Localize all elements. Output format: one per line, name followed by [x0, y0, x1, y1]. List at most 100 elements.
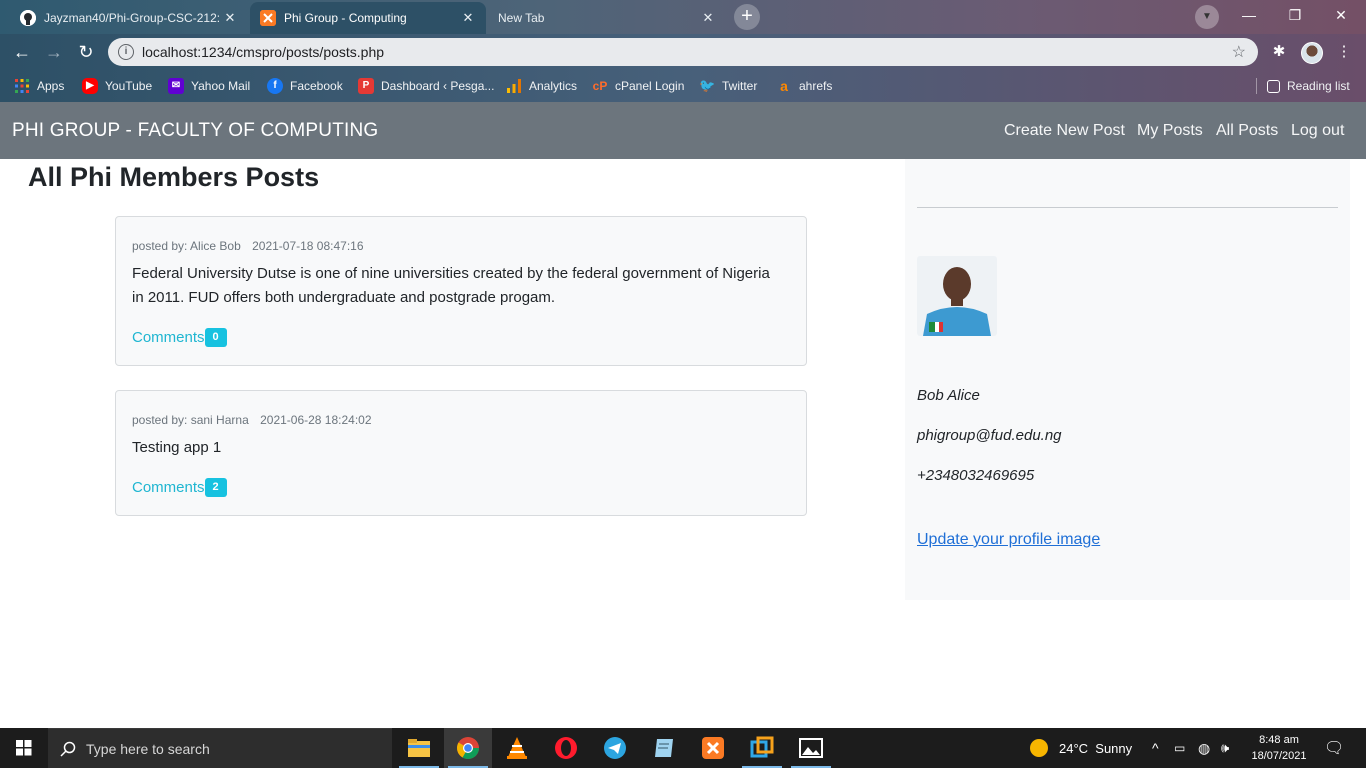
tab-search-icon[interactable]: ▼: [1195, 5, 1219, 29]
tab-phi-group[interactable]: Phi Group - Computing ✕: [250, 2, 486, 34]
opera-icon[interactable]: [542, 728, 590, 768]
pesga-p-icon: P: [358, 78, 374, 94]
photos-icon[interactable]: [787, 728, 835, 768]
bookmark-label: Facebook: [290, 79, 343, 93]
comments-link[interactable]: Comments 0: [132, 328, 227, 347]
address-bar[interactable]: i localhost:1234/cmspro/posts/posts.php …: [108, 38, 1258, 66]
show-hidden-icons[interactable]: ^: [1152, 728, 1159, 768]
nav-create-new-post[interactable]: Create New Post: [1004, 122, 1125, 140]
sidebar-divider: [917, 207, 1338, 208]
close-icon[interactable]: ✕: [222, 10, 238, 26]
youtube-icon: ▶: [82, 78, 98, 94]
notepad-icon[interactable]: [640, 728, 688, 768]
taskbar-search[interactable]: Type here to search: [48, 728, 392, 768]
weather-text: 24°C Sunny: [1059, 740, 1133, 756]
twitter-icon: 🐦: [699, 78, 716, 93]
window-close-icon[interactable]: ✕: [1318, 0, 1364, 32]
weather-widget[interactable]: 24°C Sunny: [1030, 728, 1132, 768]
clock-date: 18/07/2021: [1251, 750, 1307, 762]
site-navbar: PHI GROUP - FACULTY OF COMPUTING Create …: [0, 102, 1366, 159]
nav-all-posts[interactable]: All Posts: [1216, 122, 1278, 140]
notifications-icon[interactable]: 🗨: [1324, 728, 1344, 768]
comments-count-badge: 2: [204, 478, 227, 497]
tab-github[interactable]: Jayzman40/Phi-Group-CSC-212: ✕: [10, 2, 248, 34]
site-brand[interactable]: PHI GROUP - FACULTY OF COMPUTING: [12, 120, 378, 142]
search-placeholder: Type here to search: [86, 740, 210, 757]
reading-list-button[interactable]: Reading list: [1267, 76, 1350, 96]
sun-icon: [1030, 739, 1048, 757]
nav-log-out[interactable]: Log out: [1291, 122, 1344, 140]
page-title: All Phi Members Posts: [28, 162, 320, 192]
extensions-icon[interactable]: ✱: [1269, 42, 1289, 62]
bookmark-label: Apps: [37, 79, 65, 93]
bookmark-youtube[interactable]: ▶ YouTube: [82, 76, 152, 96]
windows-start-button[interactable]: [0, 728, 48, 768]
virtualbox-icon[interactable]: [738, 728, 786, 768]
post-body: Testing app 1: [132, 439, 222, 456]
apps-grid-icon: [14, 78, 30, 94]
profile-name: Bob Alice: [917, 387, 980, 404]
back-icon[interactable]: ←: [10, 40, 34, 64]
minimize-icon[interactable]: —: [1226, 0, 1272, 32]
xampp-icon: [260, 10, 276, 26]
telegram-icon[interactable]: [591, 728, 639, 768]
reading-list-icon: [1267, 79, 1280, 93]
windows-taskbar: Type here to search 24°C Sunny ^ ▭ ◍ 🕪 8…: [0, 728, 1366, 768]
facebook-icon: f: [267, 78, 283, 94]
comments-label[interactable]: Comments: [132, 329, 205, 346]
close-icon[interactable]: ✕: [460, 10, 476, 26]
browser-tab-strip: Jayzman40/Phi-Group-CSC-212: ✕ Phi Group…: [0, 0, 1366, 34]
comments-label[interactable]: Comments: [132, 479, 205, 496]
analytics-icon: [506, 78, 522, 94]
bookmark-analytics[interactable]: Analytics: [506, 76, 577, 96]
comments-link[interactable]: Comments 2: [132, 478, 227, 497]
new-tab-button[interactable]: +: [734, 4, 760, 30]
tab-new-tab[interactable]: New Tab ✕: [488, 2, 726, 34]
bookmark-label: ahrefs: [799, 79, 833, 93]
bookmark-yahoo-mail[interactable]: ✉ Yahoo Mail: [168, 76, 250, 96]
tab-title: New Tab: [498, 11, 545, 25]
system-clock[interactable]: 8:48 am 18/07/2021: [1244, 732, 1314, 764]
search-icon: [60, 741, 76, 757]
post-date: 2021-07-18 08:47:16: [252, 239, 364, 253]
volume-icon[interactable]: 🕪: [1221, 728, 1229, 768]
battery-icon[interactable]: ▭: [1174, 728, 1185, 768]
bookmark-label: Yahoo Mail: [191, 79, 251, 93]
profile-avatar[interactable]: [1301, 42, 1323, 64]
comments-count-badge: 0: [204, 328, 227, 347]
reload-icon[interactable]: ↻: [74, 40, 98, 64]
bookmark-twitter[interactable]: 🐦 Twitter: [699, 76, 757, 96]
chrome-icon[interactable]: [444, 728, 492, 768]
post-body: Federal University Dutse is one of nine …: [132, 265, 770, 306]
menu-kebab-icon[interactable]: ⋮: [1334, 42, 1354, 62]
nav-my-posts[interactable]: My Posts: [1137, 122, 1203, 140]
bookmark-label: Dashboard ‹ Pesga...: [381, 79, 495, 93]
network-globe-icon[interactable]: ◍: [1198, 728, 1210, 768]
profile-sidebar: Bob Alice phigroup@fud.edu.ng +234803246…: [905, 159, 1350, 600]
bookmark-apps[interactable]: Apps: [14, 76, 64, 96]
bookmark-label: YouTube: [105, 79, 153, 93]
vlc-icon[interactable]: [493, 728, 541, 768]
profile-image: [917, 256, 997, 336]
restore-icon[interactable]: ❐: [1272, 0, 1318, 32]
close-icon[interactable]: ✕: [700, 10, 716, 26]
bookmark-facebook[interactable]: f Facebook: [267, 76, 343, 96]
url-text[interactable]: localhost:1234/cmspro/posts/posts.php: [142, 44, 384, 60]
post-card: posted by: Alice Bob 2021-07-18 08:47:16…: [115, 216, 807, 366]
bookmark-label: Twitter: [722, 79, 758, 93]
site-info-icon[interactable]: i: [118, 44, 134, 60]
clock-time: 8:48 am: [1259, 734, 1299, 746]
forward-icon[interactable]: →: [42, 40, 66, 64]
file-explorer-icon[interactable]: [395, 728, 443, 768]
post-meta: posted by: sani Harna 2021-06-28 18:24:0…: [132, 413, 372, 427]
reading-list-label: Reading list: [1287, 79, 1350, 93]
bookmark-star-icon[interactable]: ☆: [1232, 42, 1246, 62]
post-meta: posted by: Alice Bob 2021-07-18 08:47:16: [132, 239, 364, 253]
bookmark-ahrefs[interactable]: a ahrefs: [776, 76, 832, 96]
bookmark-dashboard[interactable]: P Dashboard ‹ Pesga...: [358, 76, 494, 96]
browser-toolbar: ← → ↻ i localhost:1234/cmspro/posts/post…: [0, 34, 1366, 70]
update-profile-image-link[interactable]: Update your profile image: [917, 531, 1100, 549]
xampp-icon[interactable]: [689, 728, 737, 768]
bookmarks-bar: Apps ▶ YouTube ✉ Yahoo Mail f Facebook P…: [0, 70, 1366, 102]
bookmark-cpanel[interactable]: cP cPanel Login: [592, 76, 685, 96]
